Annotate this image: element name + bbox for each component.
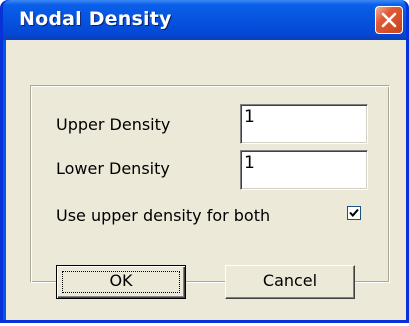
dialog-window: Nodal Density Upper Density 1 Lower Dens…: [0, 0, 409, 323]
cancel-button[interactable]: Cancel: [225, 265, 355, 299]
lower-density-label: Lower Density: [56, 159, 170, 178]
ok-button-label: OK: [109, 271, 133, 290]
cancel-button-label: Cancel: [262, 271, 318, 290]
lower-density-input[interactable]: 1: [240, 150, 368, 190]
window-title: Nodal Density: [19, 8, 172, 30]
ok-button[interactable]: OK: [56, 265, 186, 299]
checkmark-icon: [349, 208, 359, 217]
close-button[interactable]: [375, 6, 403, 34]
dialog-client-area: Upper Density 1 Lower Density 1 Use uppe…: [6, 40, 406, 320]
title-bar[interactable]: Nodal Density: [3, 0, 406, 40]
use-upper-density-label: Use upper density for both: [56, 206, 271, 225]
upper-density-input[interactable]: 1: [240, 104, 368, 144]
upper-density-label: Upper Density: [56, 115, 171, 134]
use-upper-density-checkbox[interactable]: [347, 206, 361, 220]
close-icon: [381, 12, 397, 28]
